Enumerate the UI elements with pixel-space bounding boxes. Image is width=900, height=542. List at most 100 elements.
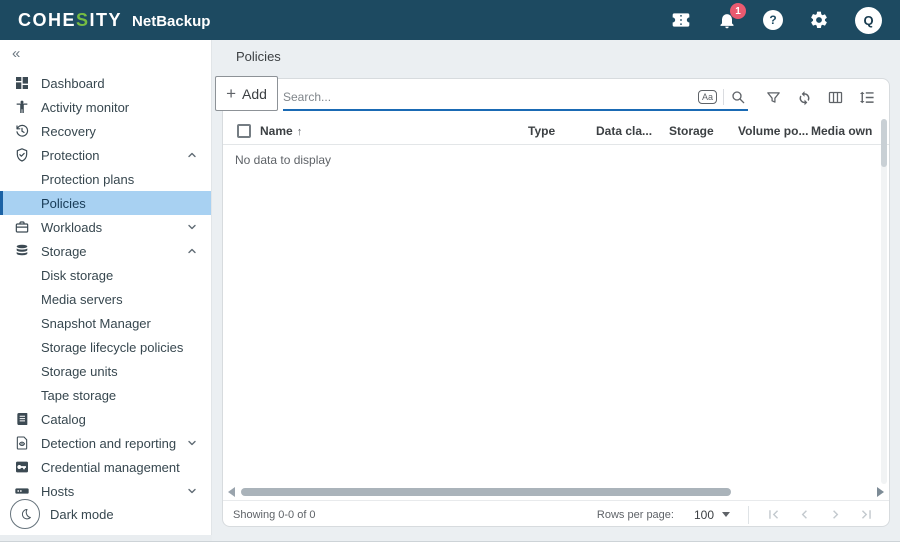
rows-per-page-label: Rows per page: [597,509,674,521]
user-avatar[interactable]: Q [855,7,882,34]
search-input[interactable] [283,90,698,104]
search-field: Aa [283,85,748,111]
top-bar: COHESITY NetBackup 1 ? Q [0,0,900,40]
sidebar-nav: Dashboard Activity monitor Recovery Protect… [0,71,211,503]
vertical-scrollbar[interactable] [881,119,887,484]
sidebar-item-tape-storage[interactable]: Tape storage [0,383,211,407]
table-header-row: Name ↑ Type Data cla... Storage Volume po...M… [223,117,889,145]
add-policy-button[interactable]: + Add [215,76,278,111]
search-divider [723,89,724,105]
sidebar-item-catalog[interactable]: Catalog [0,407,211,431]
chevron-down-icon [187,222,197,232]
scroll-left-arrow[interactable] [228,487,235,497]
dark-mode-label: Dark mode [50,507,114,522]
cohesity-wordmark: COHESITY [18,10,122,31]
sidebar: « Dashboard Activity monitor Recovery Prote… [0,40,212,535]
sidebar-item-label: Snapshot Manager [41,316,151,331]
add-button-label: Add [242,86,267,102]
netbackup-wordmark: NetBackup [132,13,210,30]
bell-icon[interactable]: 1 [717,10,737,30]
column-label: Type [528,124,555,138]
sidebar-item-recovery[interactable]: Recovery [0,119,211,143]
protection-icon [14,147,30,163]
scroll-right-arrow[interactable] [877,487,884,497]
columns-icon[interactable] [827,89,844,106]
sidebar-item-snapshot-manager[interactable]: Snapshot Manager [0,311,211,335]
select-all-checkbox[interactable] [237,124,251,138]
sidebar-item-credential-management[interactable]: Credential management [0,455,211,479]
sidebar-item-disk-storage[interactable]: Disk storage [0,263,211,287]
catalog-icon [14,411,30,427]
sidebar-collapse-button[interactable]: « [12,45,20,62]
sidebar-item-protection[interactable]: Protection [0,143,211,167]
horizontal-scrollbar [223,486,889,498]
sidebar-item-label: Dashboard [41,76,105,91]
column-header-storage[interactable]: Storage [669,124,738,138]
column-label: Media own [811,124,872,138]
showing-count: Showing 0-0 of 0 [233,509,316,521]
column-label: Data cla... [596,124,652,138]
table-toolbar: Aa [223,79,889,117]
sidebar-item-activity-monitor[interactable]: Activity monitor [0,95,211,119]
column-header-name[interactable]: Name ↑ [260,124,528,138]
filter-icon[interactable] [765,89,782,106]
table-footer: Showing 0-0 of 0 Rows per page: 100 [223,500,889,527]
pagination-controls: Rows per page: 100 [597,506,875,524]
column-header-type[interactable]: Type [528,124,596,138]
chevron-down-icon [722,512,730,517]
horizontal-scroll-thumb[interactable] [241,488,731,496]
detection-reporting-icon [14,435,30,451]
chevron-up-icon [187,246,197,256]
sidebar-item-storage-lifecycle-policies[interactable]: Storage lifecycle policies [0,335,211,359]
chevron-down-icon [187,486,197,496]
sidebar-item-dashboard[interactable]: Dashboard [0,71,211,95]
column-header-media-own[interactable]: Media own [811,124,881,138]
row-settings-icon[interactable] [858,89,875,106]
sidebar-item-storage[interactable]: Storage [0,239,211,263]
topbar-actions: 1 ? Q [671,7,882,34]
page-title: Policies [236,49,281,64]
rows-per-page-value: 100 [694,508,714,522]
sidebar-item-protection-plans[interactable]: Protection plans [0,167,211,191]
prev-page-icon[interactable] [796,506,813,523]
sidebar-item-workloads[interactable]: Workloads [0,215,211,239]
match-case-toggle[interactable]: Aa [698,90,717,104]
recovery-icon [14,123,30,139]
sidebar-item-policies[interactable]: Policies [0,191,211,215]
column-header-volume-po[interactable]: Volume po... [738,124,811,138]
help-icon[interactable]: ? [763,10,783,30]
horizontal-scroll-track[interactable] [235,488,877,496]
search-icon[interactable] [730,89,746,105]
storage-icon [14,243,30,259]
dark-mode-toggle[interactable]: Dark mode [10,499,114,529]
last-page-icon[interactable] [858,506,875,523]
sidebar-item-storage-units[interactable]: Storage units [0,359,211,383]
sort-ascending-icon: ↑ [297,126,303,138]
sidebar-item-label: Protection plans [41,172,134,187]
hosts-icon [14,483,30,499]
column-label: Storage [669,124,714,138]
sidebar-item-label: Activity monitor [41,100,129,115]
next-page-icon[interactable] [827,506,844,523]
notification-badge: 1 [730,3,746,19]
first-page-icon[interactable] [765,506,782,523]
sidebar-item-media-servers[interactable]: Media servers [0,287,211,311]
main-content: Policies + Add Aa [212,40,900,541]
sidebar-item-label: Media servers [41,292,123,307]
credential-management-icon [14,459,30,475]
chevron-up-icon [187,150,197,160]
activity-monitor-icon [14,99,30,115]
vertical-scroll-thumb[interactable] [881,119,887,167]
refresh-icon[interactable] [796,89,813,106]
sidebar-item-detection-and-reporting[interactable]: Detection and reporting [0,431,211,455]
rows-per-page-select[interactable]: 100 [694,508,730,522]
gear-icon[interactable] [809,10,829,30]
sidebar-item-label: Catalog [41,412,86,427]
column-label: Name [260,124,293,138]
sidebar-item-label: Storage [41,244,87,259]
ticket-icon[interactable] [671,10,691,30]
column-header-data-cla[interactable]: Data cla... [596,124,669,138]
moon-icon [10,499,40,529]
sidebar-item-label: Recovery [41,124,96,139]
sidebar-item-label: Policies [41,196,86,211]
